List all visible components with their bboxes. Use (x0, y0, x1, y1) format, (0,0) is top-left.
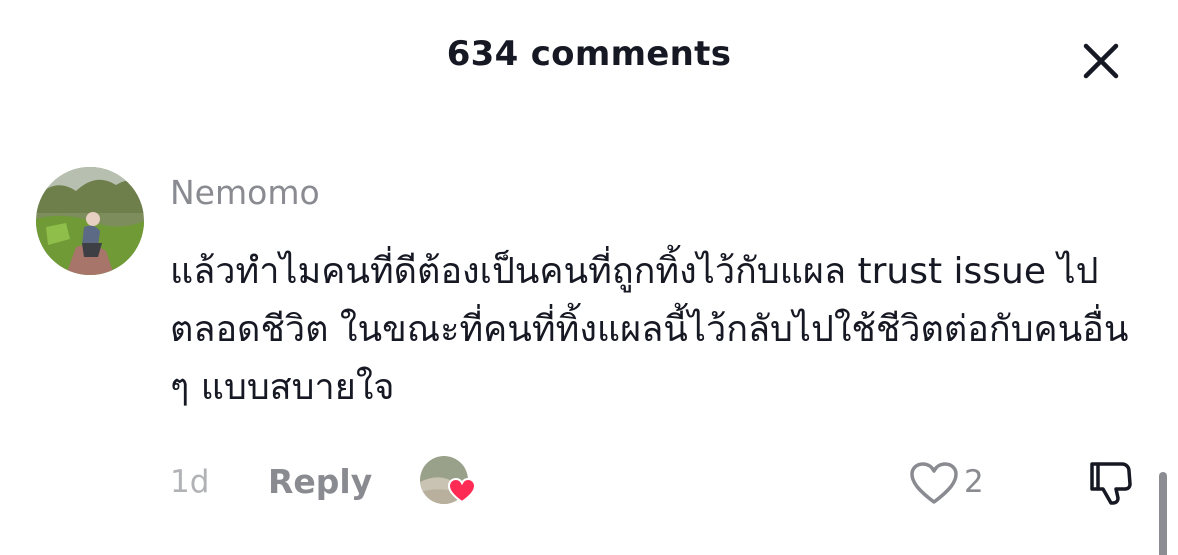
comment-actions: 1d Reply 2 (170, 456, 1150, 508)
heart-outline-icon (910, 462, 958, 504)
reply-button[interactable]: Reply (268, 462, 372, 501)
close-button[interactable] (1078, 38, 1124, 84)
comment-timestamp: 1d (170, 464, 210, 500)
comment-item: Nemomo แล้วทำไมคนที่ดีต้องเป็นคนที่ถูกทิ… (36, 167, 1146, 555)
thumbs-down-icon (1090, 462, 1132, 505)
scrollbar[interactable] (1159, 472, 1167, 555)
like-count: 2 (964, 464, 984, 500)
comment-username[interactable]: Nemomo (170, 173, 320, 212)
creator-liked-indicator (420, 456, 476, 508)
like-button[interactable] (908, 460, 960, 506)
dislike-button[interactable] (1088, 458, 1136, 506)
close-icon (1083, 43, 1119, 79)
comment-text: แล้วทำไมคนที่ดีต้องเป็นคนที่ถูกทิ้งไว้กั… (170, 251, 1129, 408)
comments-count-title: 634 comments (446, 34, 732, 74)
avatar[interactable] (36, 167, 144, 275)
heart-badge-icon (448, 478, 476, 504)
